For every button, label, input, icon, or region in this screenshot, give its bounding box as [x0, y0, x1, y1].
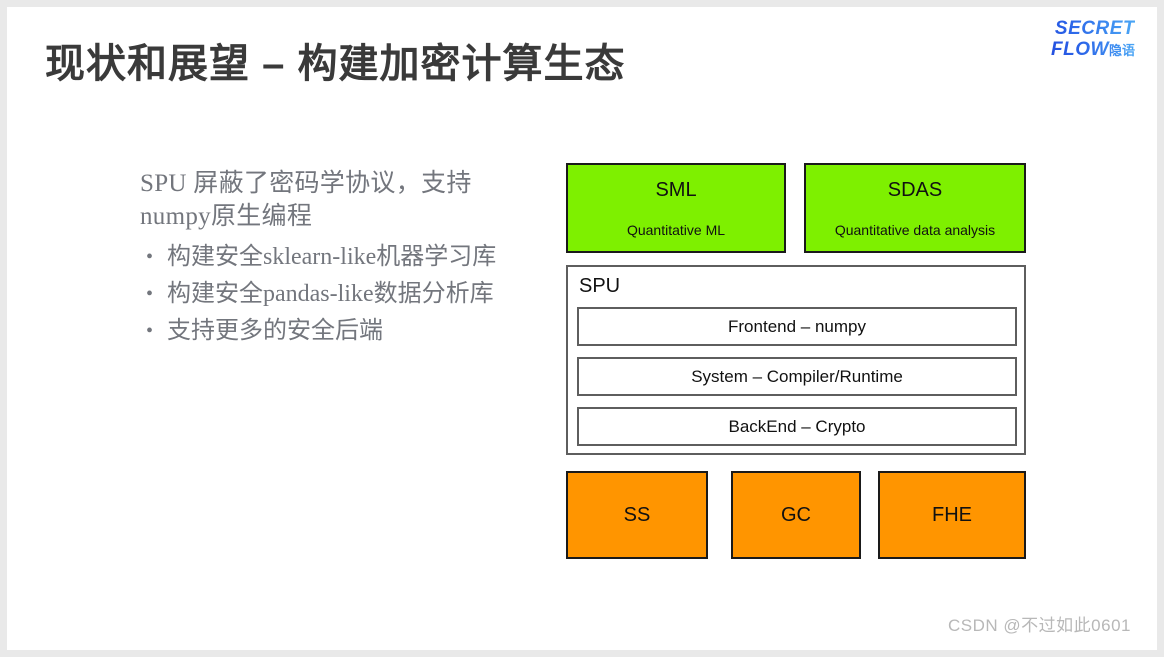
diagram-box-sml-title: SML [655, 178, 697, 201]
diagram-box-backend-label: BackEnd – Crypto [728, 416, 866, 436]
diagram-box-backend: BackEnd – Crypto [577, 407, 1017, 446]
diagram-box-system: System – Compiler/Runtime [577, 357, 1017, 396]
diagram-box-spu-container: SPU Frontend – numpy System – Compiler/R… [566, 265, 1026, 455]
secretflow-logo: SECRET FLOW隐语 [1013, 19, 1135, 65]
list-item-label: 构建安全pandas-like数据分析库 [167, 281, 494, 307]
page-title: 现状和展望 – 构建加密计算生态 [45, 42, 626, 86]
diagram-box-fhe: FHE [878, 471, 1026, 559]
diagram-box-gc-title: GC [781, 504, 811, 526]
diagram-box-sdas-title: SDAS [887, 178, 943, 201]
watermark: CSDN @不过如此0601 [948, 616, 1131, 635]
logo-text-flow: FLOW隐语 [1013, 39, 1135, 61]
diagram-box-sdas-subtitle: Quantitative data analysis [834, 221, 996, 238]
list-item-label: 支持更多的安全后端 [167, 318, 383, 344]
diagram-box-frontend: Frontend – numpy [577, 307, 1017, 346]
intro-paragraph: SPU 屏蔽了密码学协议，支持numpy原生编程 [140, 170, 472, 230]
bullet-icon: • [146, 320, 154, 342]
diagram-box-sml-subtitle: Quantitative ML [626, 221, 726, 238]
diagram-box-fhe-title: FHE [932, 504, 972, 526]
diagram-box-gc: GC [731, 471, 861, 559]
list-item: • 构建安全sklearn-like机器学习库 [140, 239, 540, 276]
list-item: • 构建安全pandas-like数据分析库 [140, 276, 540, 313]
slide-canvas: 现状和展望 – 构建加密计算生态 SECRET FLOW隐语 SPU 屏蔽了密码… [7, 7, 1157, 650]
diagram-box-system-label: System – Compiler/Runtime [691, 366, 903, 386]
list-item: • 支持更多的安全后端 [140, 313, 540, 350]
logo-text-secret: SECRET [1013, 19, 1135, 39]
diagram-box-spu-label: SPU [579, 275, 621, 297]
diagram-box-frontend-label: Frontend – numpy [728, 316, 866, 336]
bullet-icon: • [146, 246, 154, 268]
diagram-box-ss: SS [566, 471, 708, 559]
slide-frame: 现状和展望 – 构建加密计算生态 SECRET FLOW隐语 SPU 屏蔽了密码… [0, 0, 1164, 657]
diagram-box-sml: SML Quantitative ML [566, 163, 786, 253]
diagram-box-ss-title: SS [623, 504, 651, 526]
logo-flow-word: FLOW [1051, 39, 1109, 60]
bullet-icon: • [146, 283, 154, 305]
list-item-label: 构建安全sklearn-like机器学习库 [167, 244, 497, 270]
bullet-list: • 构建安全sklearn-like机器学习库 • 构建安全pandas-lik… [140, 239, 540, 350]
diagram-box-sdas: SDAS Quantitative data analysis [804, 163, 1026, 253]
left-text-column: SPU 屏蔽了密码学协议，支持numpy原生编程 • 构建安全sklearn-l… [140, 167, 540, 350]
logo-text-chinese: 隐语 [1108, 43, 1135, 58]
